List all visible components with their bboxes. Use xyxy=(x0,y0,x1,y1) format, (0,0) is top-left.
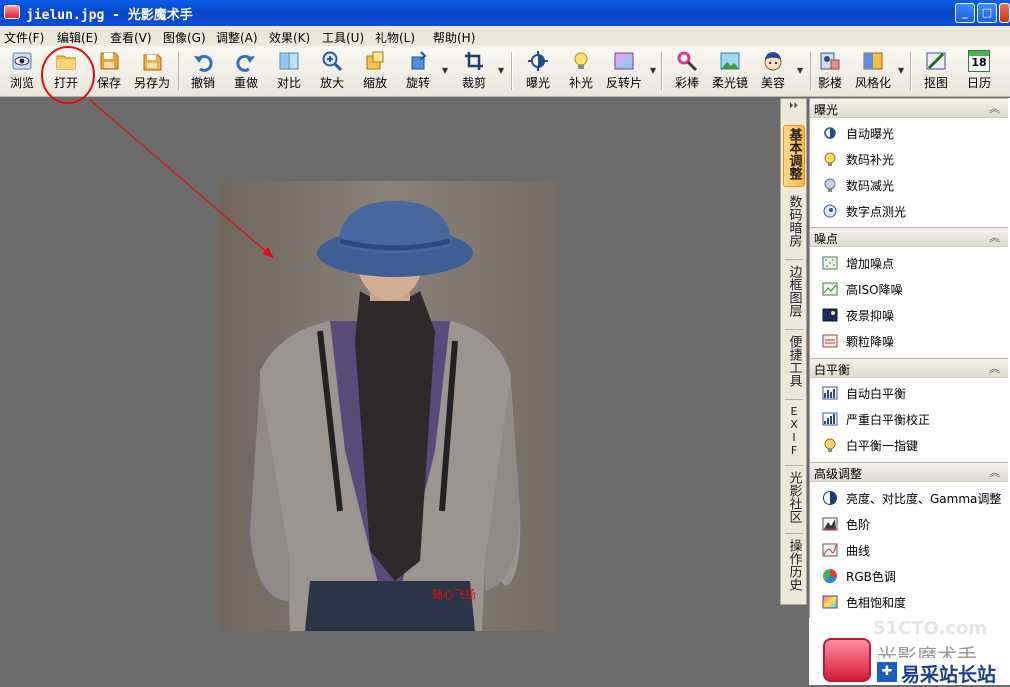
item-label: 色阶 xyxy=(846,518,871,532)
night-scene-icon xyxy=(822,308,838,322)
hue-saturation-item[interactable]: 色相饱和度 xyxy=(822,591,1002,613)
section-white-balance-header[interactable]: 白平衡 ︽ xyxy=(810,358,1008,378)
noise-icon xyxy=(822,256,838,270)
eyedropper-icon xyxy=(824,438,836,452)
levels-icon xyxy=(822,517,838,531)
section-title: 白平衡 xyxy=(814,363,851,377)
bulb-on-icon xyxy=(824,152,836,166)
side-tabs: ⏵⏵ 基本调整 数码暗房 边框图层 便捷工具 EXIF 光影社区 操作历史 xyxy=(780,98,807,605)
digital-dim-light-item[interactable]: 数码减光 xyxy=(822,174,1002,196)
histogram-icon xyxy=(822,386,838,400)
item-label: 曲线 xyxy=(846,544,871,558)
section-title: 高级调整 xyxy=(814,467,863,481)
tab-digital-darkroom-label: 数码暗房 xyxy=(786,195,802,247)
tab-digital-darkroom[interactable]: 数码暗房 xyxy=(783,195,805,257)
tab-community-label: 光影社区 xyxy=(786,471,802,523)
tab-frame-layer[interactable]: 边框图层 xyxy=(783,265,805,327)
spot-meter-icon xyxy=(823,204,837,218)
collapse-icon[interactable]: ︽ xyxy=(989,360,1000,376)
item-label: RGB色调 xyxy=(846,570,896,584)
site-name: 易采站长站 xyxy=(901,664,997,686)
rgb-wheel-icon xyxy=(823,569,837,583)
tab-quick-tools-label: 便捷工具 xyxy=(786,335,802,387)
auto-exposure-item[interactable]: 自动曝光 xyxy=(822,122,1002,144)
adjust-panel: 曝光 ︽ 自动曝光 数码补光 数码减光 数字点测光 噪点 ︽ 增加噪点 高ISO… xyxy=(809,98,1010,618)
hue-saturation-icon xyxy=(822,595,838,609)
tab-history[interactable]: 操作历史 xyxy=(783,539,805,601)
tab-history-label: 操作历史 xyxy=(786,539,802,591)
section-title: 噪点 xyxy=(814,232,839,246)
section-title: 曝光 xyxy=(814,103,839,117)
night-denoise-item[interactable]: 夜景抑噪 xyxy=(822,304,1002,326)
tab-exif-label: EXIF xyxy=(787,405,801,457)
item-label: 数码补光 xyxy=(846,153,895,167)
auto-white-balance-item[interactable]: 自动白平衡 xyxy=(822,382,1002,404)
spot-metering-item[interactable]: 数字点测光 xyxy=(822,200,1002,222)
tab-community[interactable]: 光影社区 xyxy=(783,471,805,533)
tab-basic-adjust-label: 基本调整 xyxy=(786,128,802,180)
tab-separator xyxy=(785,533,803,534)
site-logo-icon: ✚ xyxy=(877,662,897,682)
section-noise-header[interactable]: 噪点 ︽ xyxy=(810,227,1008,247)
logo-area: 51CTO.com 光影魔术手 ✚ 易采站长站 xyxy=(809,618,1010,686)
annotation-arrowhead xyxy=(262,247,274,258)
app-logo-icon xyxy=(823,638,871,682)
histogram-icon xyxy=(822,412,838,426)
item-label: 增加噪点 xyxy=(846,257,895,271)
severe-wb-correction-item[interactable]: 严重白平衡校正 xyxy=(822,408,1002,430)
iso-icon xyxy=(822,282,838,296)
site-badge: ✚ 易采站长站 xyxy=(877,658,1010,686)
grain-denoise-item[interactable]: 颗粒降噪 xyxy=(822,330,1002,352)
item-label: 颗粒降噪 xyxy=(846,335,895,349)
site-watermark: 51CTO.com xyxy=(873,618,988,639)
curves-icon xyxy=(822,543,838,557)
digital-fill-light-item[interactable]: 数码补光 xyxy=(822,148,1002,170)
rgb-tone-item[interactable]: RGB色调 xyxy=(822,565,1002,587)
tab-quick-tools[interactable]: 便捷工具 xyxy=(783,335,805,397)
panel-toggle-icon[interactable]: ⏵⏵ xyxy=(783,101,804,115)
item-label: 亮度、对比度、Gamma调整 xyxy=(846,492,1002,506)
item-label: 高ISO降噪 xyxy=(846,283,903,297)
curves-item[interactable]: 曲线 xyxy=(822,539,1002,561)
tab-separator xyxy=(785,465,803,466)
bulb-off-icon xyxy=(824,178,836,192)
section-advanced-header[interactable]: 高级调整 ︽ xyxy=(810,462,1008,482)
contrast-icon xyxy=(823,491,837,505)
tab-separator xyxy=(785,259,803,260)
grain-icon xyxy=(822,334,838,348)
collapse-icon[interactable]: ︽ xyxy=(989,229,1000,245)
item-label: 自动白平衡 xyxy=(846,387,907,401)
item-label: 色相饱和度 xyxy=(846,596,907,610)
item-label: 数码减光 xyxy=(846,179,895,193)
high-iso-denoise-item[interactable]: 高ISO降噪 xyxy=(822,278,1002,300)
tab-separator xyxy=(785,329,803,330)
item-label: 夜景抑噪 xyxy=(846,309,895,323)
tab-basic-adjust[interactable]: 基本调整 xyxy=(783,125,805,187)
exposure-icon xyxy=(824,127,836,139)
section-exposure-header[interactable]: 曝光 ︽ xyxy=(810,98,1008,118)
collapse-icon[interactable]: ︽ xyxy=(989,100,1000,116)
collapse-icon[interactable]: ︽ xyxy=(989,464,1000,480)
one-click-wb-item[interactable]: 白平衡一指键 xyxy=(822,434,1002,456)
tab-exif[interactable]: EXIF xyxy=(783,405,805,467)
annotation-arrow xyxy=(89,99,271,256)
tab-separator xyxy=(785,399,803,400)
item-label: 自动曝光 xyxy=(846,127,895,141)
brightness-contrast-gamma-item[interactable]: 亮度、对比度、Gamma调整 xyxy=(822,487,1002,509)
item-label: 数字点测光 xyxy=(846,205,907,219)
annotation-circle xyxy=(41,46,95,104)
item-label: 严重白平衡校正 xyxy=(846,413,931,427)
tab-frame-layer-label: 边框图层 xyxy=(786,265,802,317)
levels-item[interactable]: 色阶 xyxy=(822,513,1002,535)
item-label: 白平衡一指键 xyxy=(846,439,919,453)
add-noise-item[interactable]: 增加噪点 xyxy=(822,252,1002,274)
